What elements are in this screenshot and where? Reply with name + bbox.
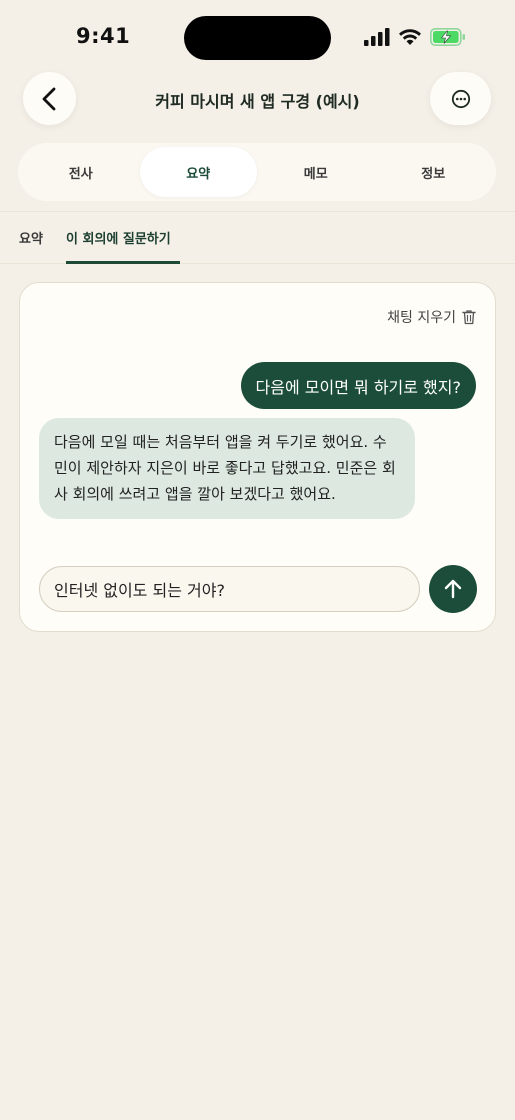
clear-chat-button[interactable]: 채팅 지우기 bbox=[387, 307, 476, 327]
status-icons bbox=[364, 26, 466, 48]
status-bar: 9:41 bbox=[0, 0, 515, 75]
user-message: 다음에 모이면 뭐 하기로 했지? bbox=[240, 362, 476, 409]
page-title: 커피 마시며 새 앱 구경 (예시) bbox=[155, 92, 360, 111]
send-button[interactable] bbox=[429, 565, 477, 613]
tab-summary[interactable]: 요약 bbox=[139, 147, 257, 197]
arrow-up-icon bbox=[444, 579, 462, 599]
assistant-message: 다음에 모일 때는 처음부터 앱을 켜 두기로 했어요. 수민이 제안하자 지은… bbox=[39, 418, 415, 519]
trash-icon bbox=[462, 310, 476, 325]
clear-chat-label: 채팅 지우기 bbox=[387, 310, 456, 326]
subtab-summary[interactable]: 요약 bbox=[19, 228, 43, 264]
signal-icon bbox=[364, 28, 390, 46]
status-time: 9:41 bbox=[76, 24, 131, 48]
app-header: 커피 마시며 새 앱 구경 (예시) bbox=[0, 72, 515, 126]
back-button[interactable] bbox=[23, 72, 76, 125]
main-tabs: 전사 요약 메모 정보 bbox=[18, 143, 496, 201]
more-options-button[interactable] bbox=[430, 72, 491, 125]
subtab-ask-meeting[interactable]: 이 회의에 질문하기 bbox=[66, 228, 180, 264]
chat-input[interactable] bbox=[39, 566, 420, 612]
tab-info[interactable]: 정보 bbox=[375, 147, 493, 197]
sub-tabs: 요약 이 회의에 질문하기 bbox=[0, 211, 515, 264]
ellipsis-circle-icon bbox=[451, 89, 470, 108]
tab-memo[interactable]: 메모 bbox=[257, 147, 375, 197]
tab-transcript[interactable]: 전사 bbox=[22, 147, 140, 197]
chevron-left-icon bbox=[42, 87, 55, 110]
dynamic-island bbox=[184, 16, 331, 60]
chat-card: 채팅 지우기 다음에 모이면 뭐 하기로 했지? 다음에 모일 때는 처음부터 … bbox=[19, 282, 496, 632]
battery-charging-icon bbox=[430, 28, 465, 46]
wifi-icon bbox=[399, 29, 421, 45]
